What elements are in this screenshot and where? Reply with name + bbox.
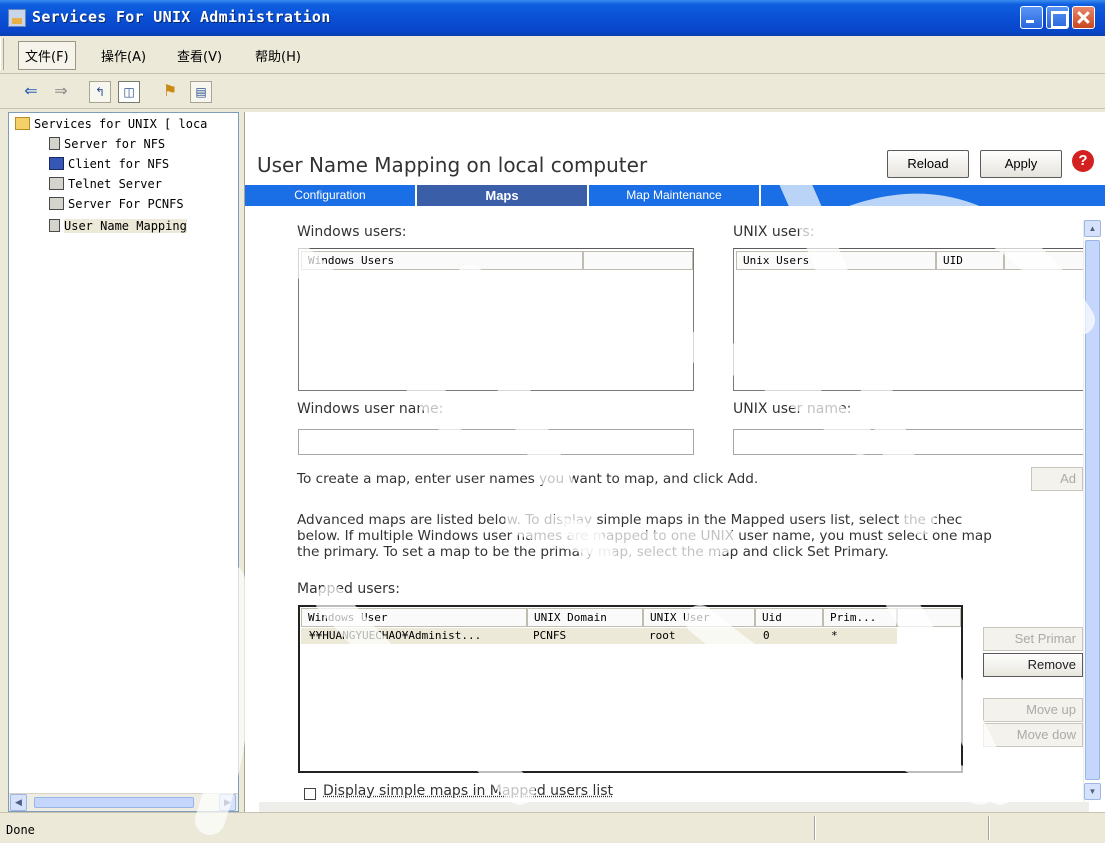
tree-item-server-for-nfs[interactable]: Server for NFS	[49, 137, 165, 151]
toolbar: ⇐ ⇒ ↰ ◫ ⚑ ▤	[0, 75, 1105, 109]
folder-icon	[15, 117, 30, 130]
windows-users-label: Windows users:	[297, 224, 407, 240]
tree-horizontal-scrollbar[interactable]: ◀ ▶	[9, 793, 238, 811]
windows-user-column-header[interactable]: Windows User	[301, 608, 527, 627]
uid-column-header[interactable]: UID	[936, 251, 1004, 270]
unix-users-label: UNIX users:	[733, 224, 815, 240]
mapped-primary: *	[831, 629, 838, 642]
windows-users-column-header[interactable]: Windows Users	[301, 251, 583, 270]
tab-map-maintenance[interactable]: Map Maintenance	[589, 185, 759, 206]
move-up-button[interactable]: Move up	[983, 698, 1083, 722]
tree-scroll-thumb[interactable]	[34, 797, 194, 808]
windows-user-name-label: Windows user name:	[297, 401, 444, 417]
mapped-users-label: Mapped users:	[297, 581, 400, 597]
move-down-button[interactable]: Move dow	[983, 723, 1083, 747]
unix-users-list[interactable]: Unix Users UID	[733, 248, 1093, 391]
uid-column-header[interactable]: Uid	[755, 608, 823, 627]
column-header-blank	[583, 251, 693, 270]
create-map-instructions: To create a map, enter user names you wa…	[297, 471, 759, 487]
scroll-right-icon[interactable]: ▶	[219, 794, 236, 811]
reload-button[interactable]: Reload	[887, 150, 969, 178]
scroll-left-icon[interactable]: ◀	[10, 794, 27, 811]
menu-grip	[0, 38, 4, 70]
status-divider	[988, 816, 990, 840]
content-vertical-scrollbar[interactable]: ▲ ▼	[1083, 220, 1101, 802]
help-topics-icon[interactable]: ⚑	[159, 81, 181, 103]
unix-user-name-label: UNIX user name:	[733, 401, 852, 417]
column-header-blank	[897, 608, 961, 627]
unix-user-column-header[interactable]: UNIX User	[643, 608, 755, 627]
windows-user-name-input[interactable]	[298, 429, 694, 455]
tree-item-server-for-pcnfs[interactable]: Server For PCNFS	[49, 197, 184, 211]
console-tree: Services for UNIX [ loca Server for NFS …	[8, 112, 239, 812]
unix-user-name-input[interactable]	[733, 429, 1093, 455]
window-title: Services For UNIX Administration	[32, 8, 331, 26]
tab-maps[interactable]: Maps	[417, 185, 587, 206]
title-bar: Services For UNIX Administration	[0, 0, 1105, 36]
console-icon[interactable]: ▤	[190, 81, 212, 103]
mapped-unix-domain: PCNFS	[533, 629, 567, 642]
menu-file[interactable]: 文件(F)	[18, 41, 76, 70]
display-simple-maps-checkbox[interactable]	[304, 788, 316, 800]
mapped-windows-user: ¥¥HUANGYUECHAO¥Administ...	[309, 629, 482, 642]
mapped-uid: 0	[763, 629, 770, 642]
content-pane: User Name Mapping on local computer Relo…	[244, 112, 1105, 812]
apply-button[interactable]: Apply	[980, 150, 1062, 178]
server-icon	[49, 219, 60, 232]
unix-domain-column-header[interactable]: UNIX Domain	[527, 608, 643, 627]
app-icon	[8, 9, 26, 27]
windows-users-list[interactable]: Windows Users	[298, 248, 694, 391]
menu-view[interactable]: 查看(V)	[177, 46, 222, 65]
primary-column-header[interactable]: Prim...	[823, 608, 897, 627]
network-server-icon	[49, 177, 64, 190]
tab-configuration[interactable]: Configuration	[245, 185, 415, 206]
up-folder-icon[interactable]: ↰	[89, 81, 111, 103]
computer-icon	[49, 157, 64, 170]
maximize-button[interactable]	[1046, 6, 1069, 29]
server-icon	[49, 137, 60, 150]
advanced-maps-text-1: Advanced maps are listed below. To displ…	[297, 512, 963, 528]
mapped-users-list[interactable]: Windows User UNIX Domain UNIX User Uid P…	[298, 605, 963, 773]
set-primary-button[interactable]: Set Primar	[983, 627, 1083, 651]
tree-item-client-for-nfs[interactable]: Client for NFS	[49, 157, 169, 171]
table-row[interactable]: ¥¥HUANGYUECHAO¥Administ... PCNFS root 0 …	[301, 628, 897, 644]
minimize-button[interactable]	[1020, 6, 1043, 29]
page-title: User Name Mapping on local computer	[257, 153, 648, 177]
tree-item-telnet-server[interactable]: Telnet Server	[49, 177, 162, 191]
status-bar: Done	[0, 812, 1105, 843]
add-button[interactable]: Ad	[1031, 467, 1083, 491]
advanced-maps-text-2: below. If multiple Windows user names ar…	[297, 528, 992, 544]
tree-root[interactable]: Services for UNIX [ loca	[15, 117, 207, 131]
menu-action[interactable]: 操作(A)	[101, 46, 146, 65]
tree-item-user-name-mapping[interactable]: User Name Mapping	[49, 219, 187, 233]
scroll-up-icon[interactable]: ▲	[1084, 220, 1101, 237]
close-button[interactable]	[1072, 6, 1095, 29]
forward-arrow-icon[interactable]: ⇒	[50, 81, 72, 103]
tab-strip: Configuration Maps Map Maintenance	[245, 185, 1105, 206]
content-horizontal-scrollbar[interactable]	[259, 802, 1089, 812]
advanced-maps-text-3: the primary. To set a map to be the prim…	[297, 544, 889, 560]
menu-help[interactable]: 帮助(H)	[255, 46, 301, 65]
status-divider	[814, 816, 816, 840]
mapped-unix-user: root	[649, 629, 676, 642]
display-simple-maps-label[interactable]: Display simple maps in Mapped users list	[323, 783, 613, 799]
back-arrow-icon[interactable]: ⇐	[20, 81, 42, 103]
remove-button[interactable]: Remove	[983, 653, 1083, 677]
column-header-blank	[1004, 251, 1092, 270]
unix-users-column-header[interactable]: Unix Users	[736, 251, 936, 270]
status-text: Done	[6, 823, 35, 837]
content-scroll-thumb[interactable]	[1085, 240, 1100, 780]
network-server-icon	[49, 197, 64, 210]
show-tree-icon[interactable]: ◫	[118, 81, 140, 103]
help-icon[interactable]: ?	[1072, 150, 1094, 172]
scroll-down-icon[interactable]: ▼	[1084, 783, 1101, 800]
menu-bar: 文件(F) 操作(A) 查看(V) 帮助(H)	[0, 36, 1105, 74]
tab-divider	[759, 185, 761, 206]
